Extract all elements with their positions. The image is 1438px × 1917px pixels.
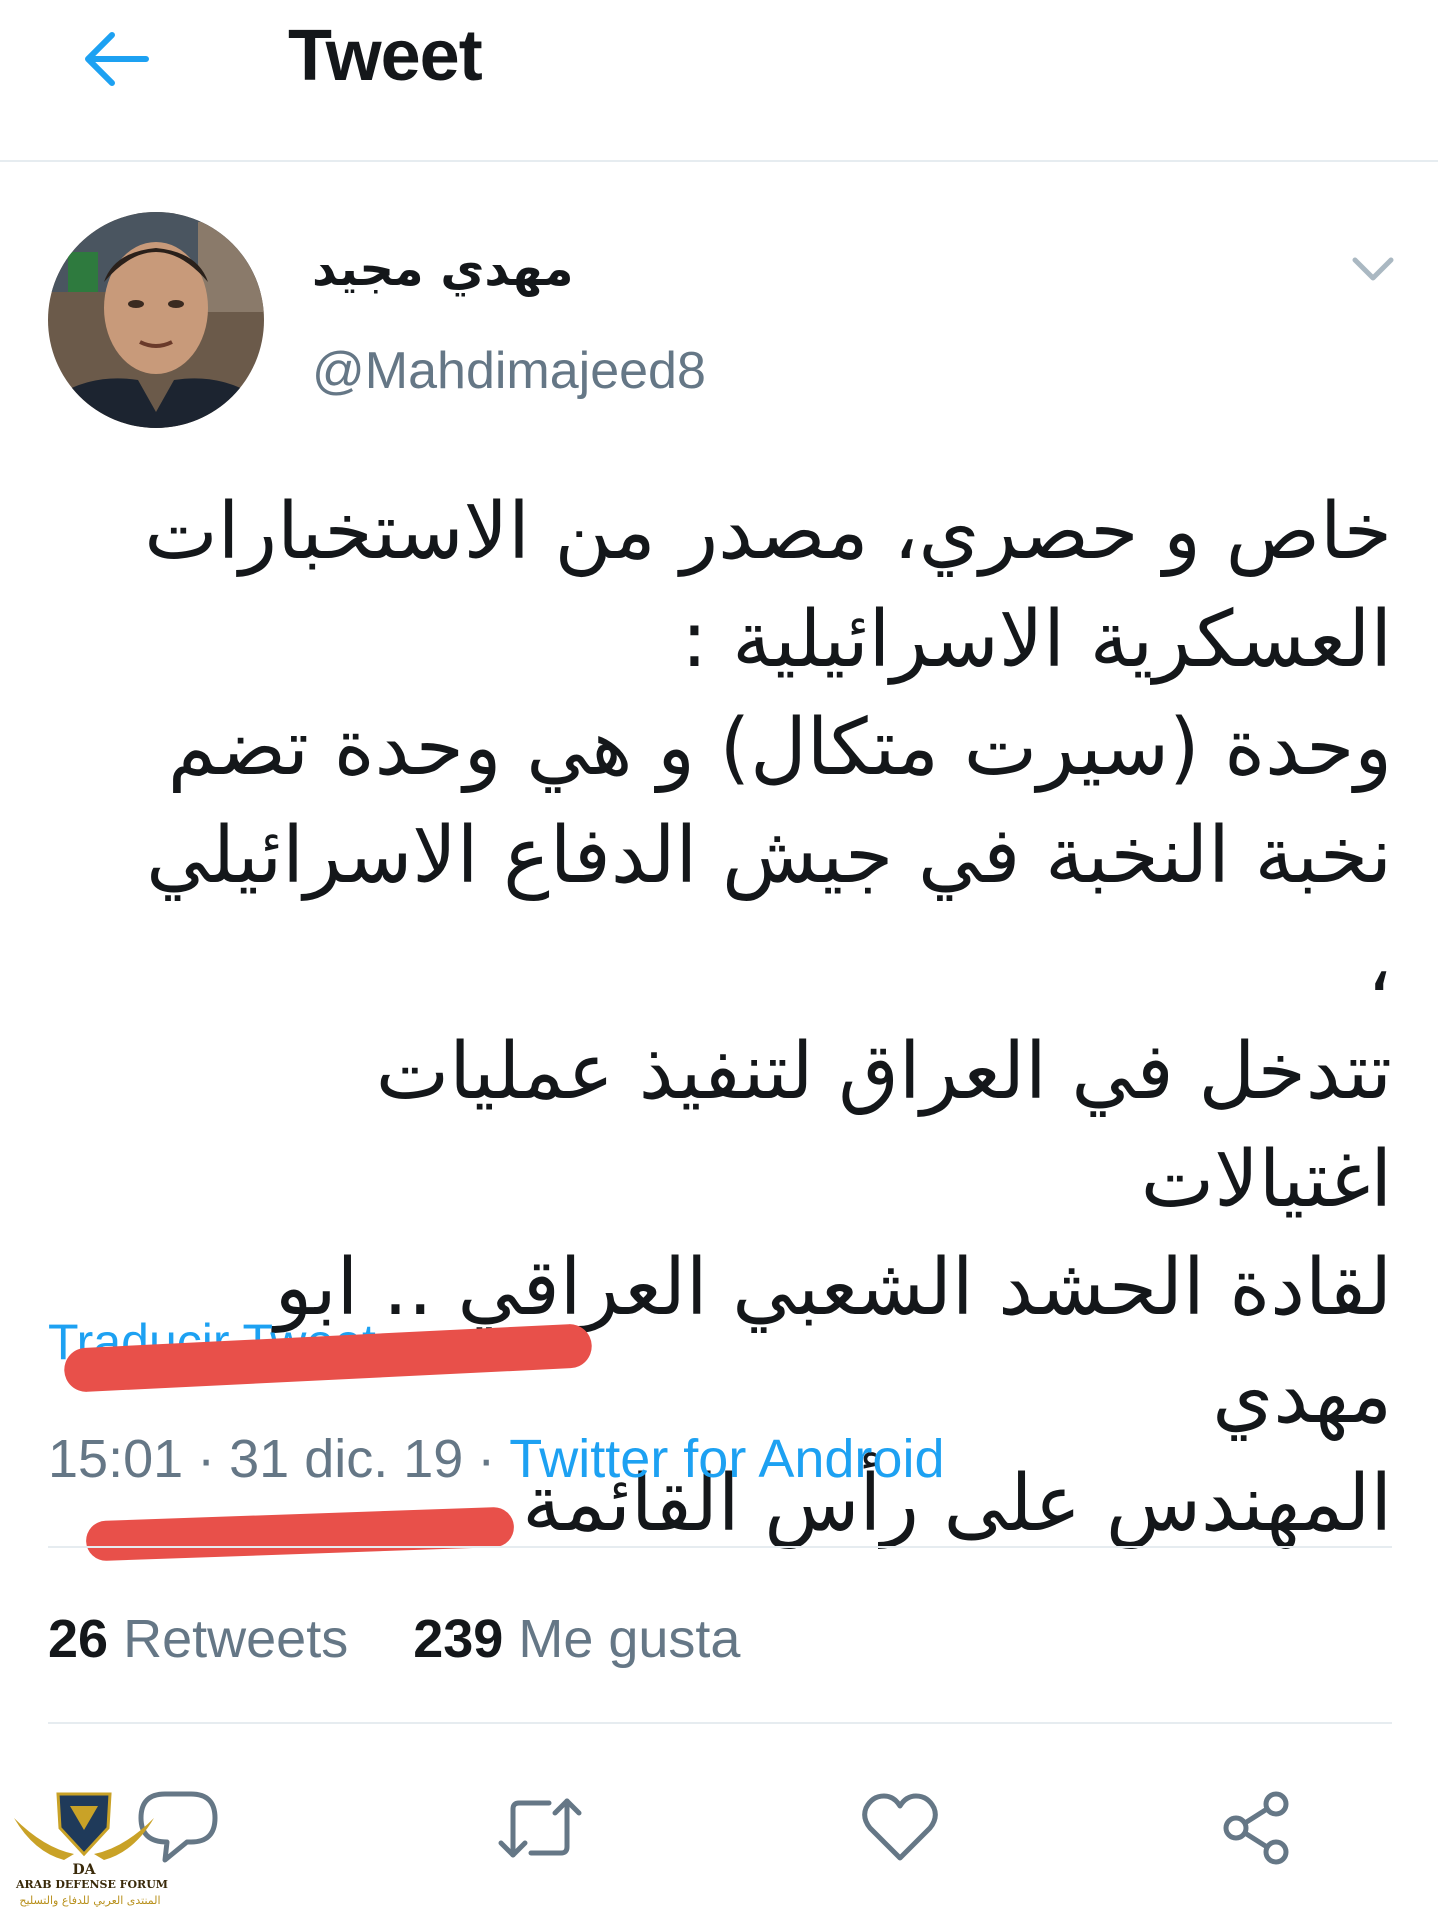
tweet-source-link[interactable]: Twitter for Android (509, 1429, 944, 1489)
separator-dot: · (477, 1429, 496, 1489)
forum-watermark: DA ARAB DEFENSE FORUM المنتدى العربي للد… (4, 1788, 168, 1914)
forum-logo-icon: DA (14, 1792, 154, 1878)
avatar-photo (48, 212, 264, 428)
retweets-count: 26 (48, 1609, 109, 1669)
retweet-icon (498, 1798, 582, 1858)
like-button[interactable] (850, 1778, 950, 1878)
more-options-button[interactable] (1345, 248, 1401, 292)
top-app-bar: Tweet (0, 0, 1438, 162)
watermark-logo-text: DA (72, 1862, 96, 1878)
share-button[interactable] (1208, 1778, 1308, 1878)
tweet-timestamp-line: 15:01 · 31 dic. 19 · Twitter for Android (48, 1426, 944, 1492)
retweets-stat[interactable]: 26 Retweets (48, 1606, 348, 1672)
separator-dot: · (197, 1429, 216, 1489)
likes-stat[interactable]: 239 Me gusta (413, 1606, 740, 1672)
watermark-title: ARAB DEFENSE FORUM (16, 1878, 168, 1891)
avatar[interactable] (48, 212, 264, 428)
retweets-label: Retweets (123, 1609, 349, 1669)
tweet-stats: 26 Retweets 239 Me gusta (48, 1606, 790, 1672)
tweet-text: خاص و حصري، مصدر من الاستخبارات العسكرية… (144, 487, 1392, 1549)
chevron-down-icon (1352, 257, 1394, 281)
author-handle[interactable]: @Mahdimajeed8 (312, 340, 706, 402)
tweet-time: 15:01 (48, 1429, 184, 1489)
share-icon (1223, 1791, 1289, 1865)
likes-label: Me gusta (518, 1609, 741, 1669)
page-title: Tweet (288, 16, 483, 96)
divider (48, 1546, 1392, 1548)
likes-count: 239 (413, 1609, 504, 1669)
divider (48, 1722, 1392, 1724)
back-arrow-icon (85, 32, 149, 86)
like-icon (862, 1793, 938, 1861)
watermark-subtitle: المنتدى العربي للدفاع والتسليح (19, 1894, 161, 1907)
tweet-date: 31 dic. 19 (229, 1429, 464, 1489)
back-button[interactable] (70, 14, 160, 104)
retweet-button[interactable] (490, 1778, 590, 1878)
author-display-name[interactable]: مهدي مجيد (312, 238, 573, 300)
